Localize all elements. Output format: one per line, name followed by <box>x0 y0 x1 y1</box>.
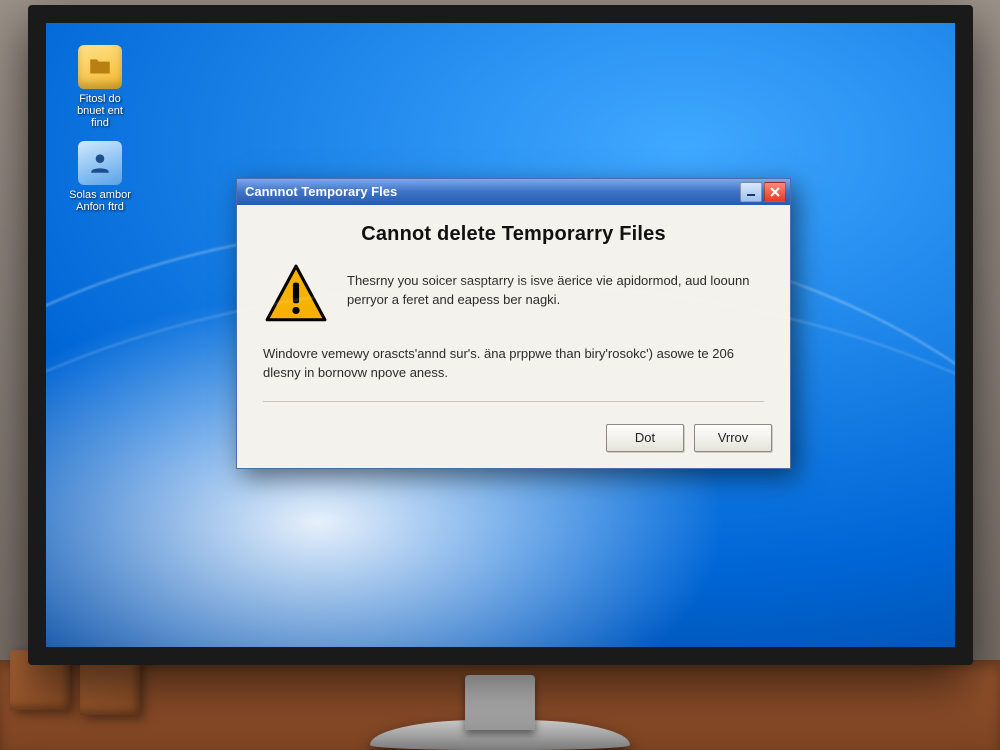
monitor-frame: Fitosl do bnuet ent find Solas ambor Anf… <box>28 5 973 665</box>
dialog-message-2: Windovre vemewy orascts'annd sur's. äna … <box>263 345 764 383</box>
dialog-button-row: Dot Vrrov <box>237 424 790 468</box>
dialog-title-text: Cannnot Temporary Fles <box>245 184 738 199</box>
desktop-screen[interactable]: Fitosl do bnuet ent find Solas ambor Anf… <box>46 23 955 647</box>
user-icon <box>78 141 122 185</box>
desktop-icon-label: Fitosl do bnuet ent find <box>64 93 136 129</box>
dialog-titlebar[interactable]: Cannnot Temporary Fles <box>237 179 790 205</box>
desktop-icon-2[interactable]: Solas ambor Anfon ftrd <box>64 141 136 213</box>
folder-icon <box>78 45 122 89</box>
dialog-heading: Cannot delete Temporarry Files <box>263 223 764 246</box>
dialog-separator <box>263 401 764 402</box>
dialog-primary-button[interactable]: Dot <box>606 424 684 452</box>
dialog-message-1: Thesrny you soicer sasptarry is isve äer… <box>347 262 764 310</box>
dialog-secondary-button[interactable]: Vrrov <box>694 424 772 452</box>
error-dialog: Cannnot Temporary Fles Cannot delete Tem… <box>236 178 791 469</box>
dialog-body: Cannot delete Temporarry Files Thesrny y… <box>237 205 790 424</box>
desktop-icon-label: Solas ambor Anfon ftrd <box>64 189 136 213</box>
desktop-icon-1[interactable]: Fitosl do bnuet ent find <box>64 45 136 129</box>
minimize-button[interactable] <box>740 182 762 202</box>
scene-root: IDEALABSLK Fitosl do bnuet ent find Sola… <box>0 0 1000 750</box>
close-button[interactable] <box>764 182 786 202</box>
monitor-stand-neck <box>465 675 535 730</box>
warning-icon <box>263 262 329 331</box>
